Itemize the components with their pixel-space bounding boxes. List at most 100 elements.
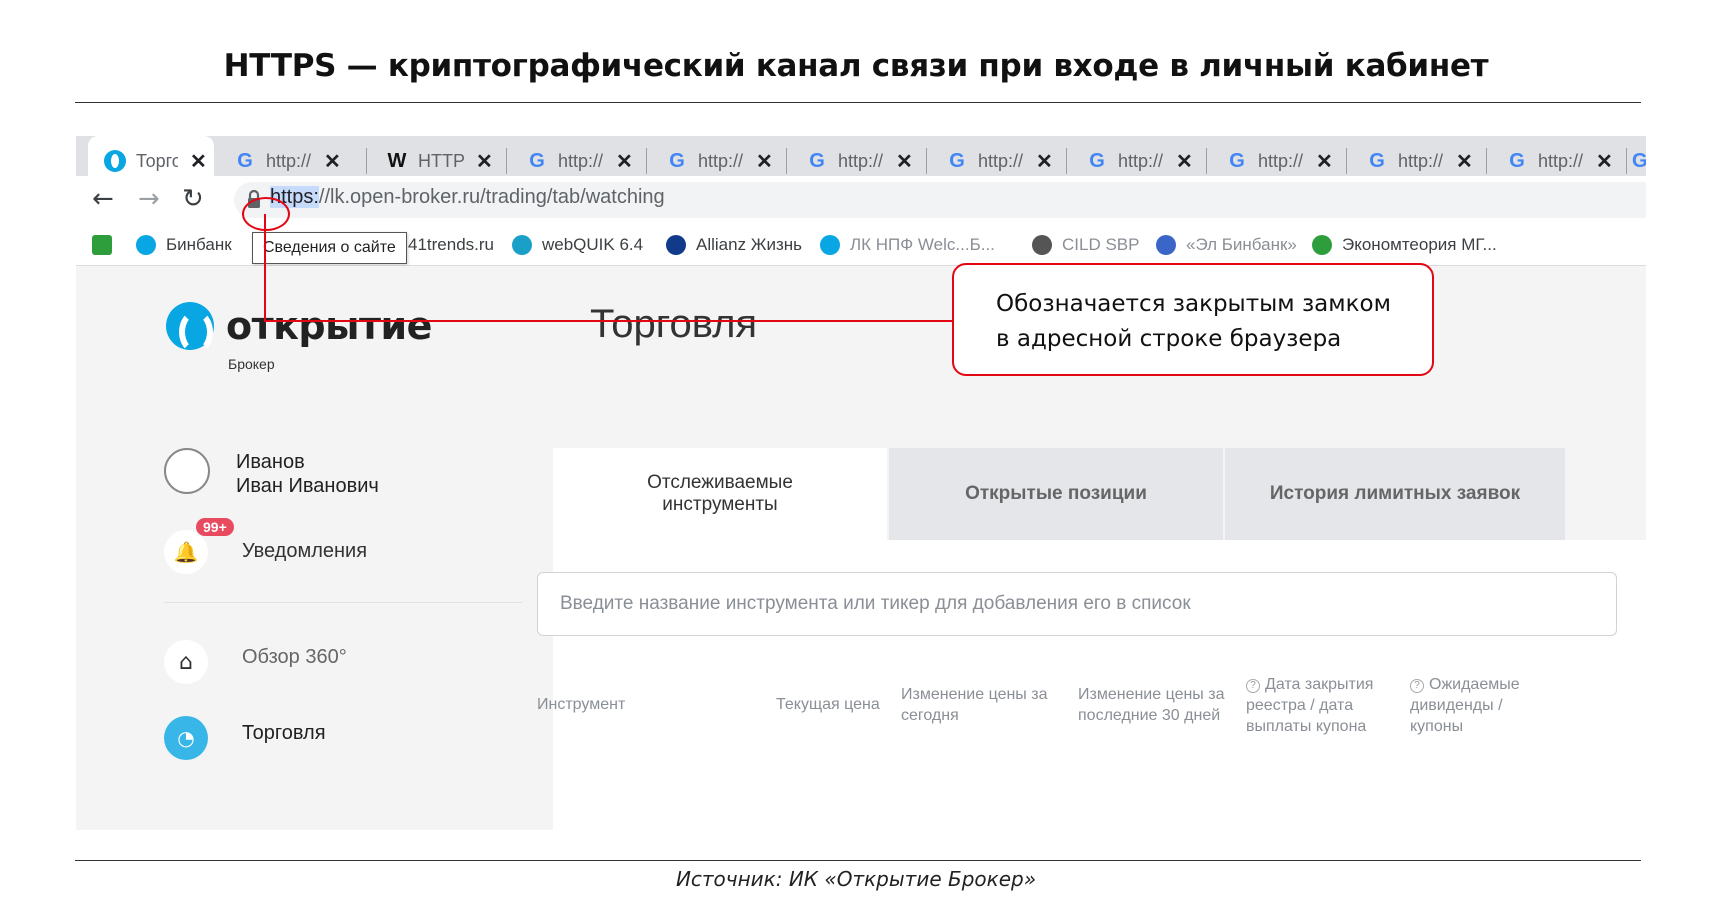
bookmark-label: ЛК НПФ Welc...Б... <box>850 235 995 254</box>
otkritie-icon <box>136 235 156 255</box>
tab-open-positions[interactable]: Открытые позиции <box>889 448 1223 540</box>
instrument-search-input[interactable]: Введите название инструмента или тикер д… <box>537 572 1617 636</box>
callout-box: Обозначается закрытым замком в адресной … <box>952 263 1434 376</box>
otkritie-icon <box>104 150 126 172</box>
google-icon: G <box>949 149 965 172</box>
bookmark-item[interactable]: Allianz Жизнь <box>666 235 802 255</box>
column-header-label: Дата закрытия реестра / дата выплаты куп… <box>1246 676 1374 735</box>
bookmark-item[interactable]: 41trends.ru <box>408 235 494 255</box>
close-icon[interactable]: ✕ <box>324 149 341 174</box>
bookmark-label: 41trends.ru <box>408 235 494 254</box>
sidebar-item-notifications[interactable]: Уведомления <box>242 540 367 563</box>
url-text[interactable]: https://lk.open-broker.ru/trading/tab/wa… <box>270 186 665 209</box>
column-header-change-today[interactable]: Изменение цены за сегодня <box>901 684 1051 726</box>
tab-label: http:// <box>266 150 312 171</box>
callout-connector <box>264 320 952 322</box>
column-header-instrument[interactable]: Инструмент <box>537 694 625 715</box>
avatar[interactable] <box>164 448 210 494</box>
column-header-change-30d[interactable]: Изменение цены за последние 30 дней <box>1078 684 1243 726</box>
bookmark-label: CILD SBP <box>1062 235 1140 254</box>
bookmark-label: Allianz Жизнь <box>696 235 803 254</box>
close-icon[interactable]: ✕ <box>1176 149 1193 174</box>
lock-highlight-ring <box>242 197 290 231</box>
content-tabs: Отслеживаемые инструменты Открытые позиц… <box>553 448 1646 540</box>
close-icon[interactable]: ✕ <box>756 149 773 174</box>
bookmark-item[interactable]: «Эл Бинбанк» <box>1156 235 1297 255</box>
tab-label: http:// <box>1398 150 1444 171</box>
browser-screenshot: Торговля ✕ G http:// ✕ W HTTPS ✕ G http:… <box>76 136 1646 830</box>
close-icon[interactable]: ✕ <box>476 149 493 174</box>
callout-line: в адресной строке браузера <box>996 326 1342 352</box>
quik-icon <box>512 235 532 255</box>
close-icon[interactable]: ✕ <box>1036 149 1053 174</box>
bookmark-item[interactable] <box>92 235 122 255</box>
page-heading: Торговля <box>590 302 758 346</box>
allianz-icon <box>666 235 686 255</box>
help-icon[interactable]: ? <box>1246 679 1260 693</box>
user-last-name: Иванов <box>236 451 305 473</box>
tab-limit-orders-history[interactable]: История лимитных заявок <box>1225 448 1565 540</box>
user-name[interactable]: Иванов Иван Иванович <box>236 450 379 498</box>
close-icon[interactable]: ✕ <box>190 149 207 174</box>
wikipedia-icon: W <box>387 149 407 172</box>
tab-label: http:// <box>698 150 744 171</box>
reload-icon[interactable]: ↻ <box>182 184 204 214</box>
bookmark-item[interactable]: webQUIK 6.4 <box>512 235 643 255</box>
logo[interactable]: открытие <box>166 302 432 354</box>
google-icon: G <box>1089 149 1105 172</box>
globe-icon <box>1032 235 1052 255</box>
url-path: //lk.open-broker.ru/trading/tab/watching <box>318 186 665 208</box>
notification-badge: 99+ <box>196 518 234 536</box>
otkritie-icon <box>820 235 840 255</box>
close-icon[interactable]: ✕ <box>896 149 913 174</box>
bookmark-label: «Эл Бинбанк» <box>1186 235 1297 254</box>
logo-subtitle: Брокер <box>228 356 275 372</box>
logo-text: открытие <box>226 304 432 348</box>
google-icon: G <box>669 149 685 172</box>
column-header-record-date[interactable]: ? Дата закрытия реестра / дата выплаты ку… <box>1246 674 1410 737</box>
bookmark-label: webQUIK 6.4 <box>542 235 644 254</box>
bookmark-label: Экономтеория МГ... <box>1342 235 1497 254</box>
tab-label: http:// <box>838 150 884 171</box>
otkritie-logo-icon <box>166 302 214 354</box>
sidebar-item-overview[interactable]: Обзор 360° <box>242 646 347 669</box>
close-icon[interactable]: ✕ <box>1456 149 1473 174</box>
bookmark-item[interactable]: Бинбанк <box>136 235 232 255</box>
tab-watching[interactable]: Отслеживаемые инструменты <box>553 448 887 540</box>
tab-label: http:// <box>978 150 1024 171</box>
tab-label: Торговля <box>136 150 178 171</box>
user-first-name: Иван Иванович <box>236 475 379 497</box>
trading-icon[interactable]: ◔ <box>164 716 208 760</box>
tab-label: http:// <box>1538 150 1584 171</box>
close-icon[interactable]: ✕ <box>1316 149 1333 174</box>
google-icon: G <box>809 149 825 172</box>
google-icon: G <box>237 149 253 172</box>
tab-label: http:// <box>1258 150 1304 171</box>
home-icon[interactable]: ⌂ <box>164 640 208 684</box>
help-icon[interactable]: ? <box>1410 679 1424 693</box>
bottom-divider <box>75 860 1641 861</box>
google-icon: G <box>1229 149 1245 172</box>
close-icon[interactable]: ✕ <box>1596 149 1613 174</box>
back-icon[interactable]: ← <box>92 184 114 214</box>
drive-icon <box>1156 235 1176 255</box>
column-header-label: Ожидаемые дивиденды / купоны <box>1410 676 1520 735</box>
bookmark-label: Бинбанк <box>166 235 232 254</box>
forward-icon[interactable]: → <box>138 184 160 214</box>
bookmark-item[interactable]: CILD SBP <box>1032 235 1139 255</box>
tab-label: http:// <box>558 150 604 171</box>
bell-icon[interactable]: 🔔 <box>164 530 208 574</box>
tab-label: http:// <box>1118 150 1164 171</box>
economics-icon <box>1312 235 1332 255</box>
top-divider <box>75 102 1641 103</box>
sidebar-item-trading[interactable]: Торговля <box>242 722 326 745</box>
site-info-tooltip: Сведения о сайте <box>252 232 407 264</box>
column-header-price[interactable]: Текущая цена <box>776 694 880 715</box>
bookmark-item[interactable]: ЛК НПФ Welc...Б... <box>820 235 995 255</box>
sidebar-divider <box>164 602 522 603</box>
source-caption: Источник: ИК «Открытие Брокер» <box>675 867 1037 891</box>
google-icon: G <box>1369 149 1385 172</box>
close-icon[interactable]: ✕ <box>616 149 633 174</box>
column-header-dividends[interactable]: ? Ожидаемые дивиденды / купоны <box>1410 674 1520 737</box>
bookmark-item[interactable]: Экономтеория МГ... <box>1312 235 1497 255</box>
